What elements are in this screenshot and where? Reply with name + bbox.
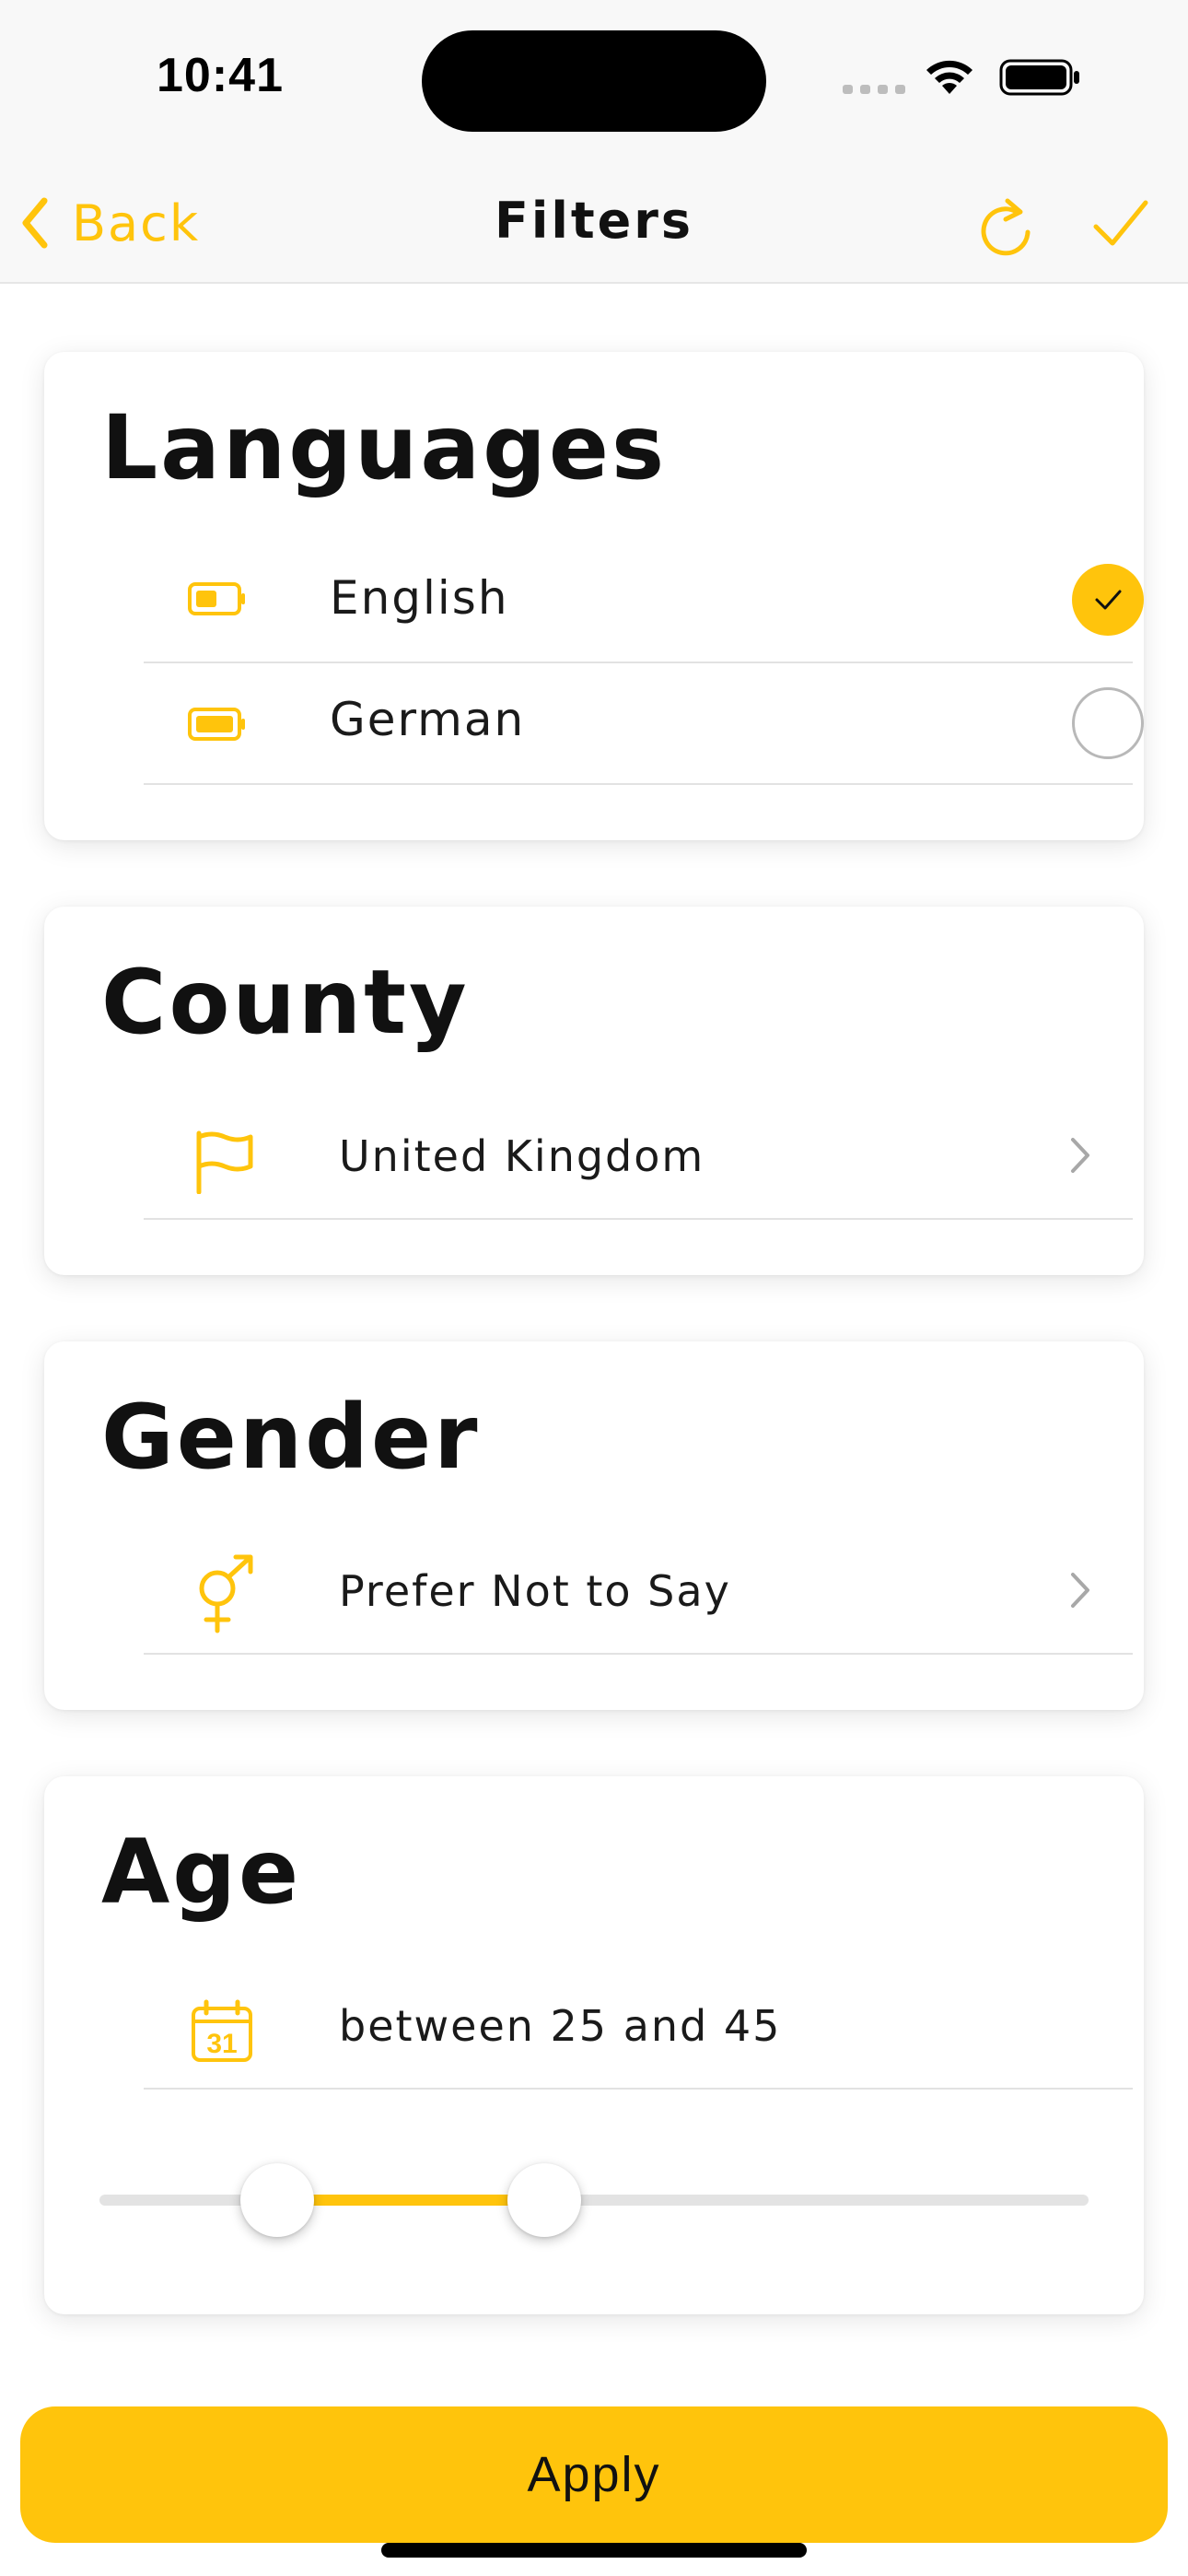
battery-full-icon <box>188 708 245 741</box>
gender-row[interactable]: Prefer Not to Say <box>144 1526 1133 1655</box>
age-card: Age 31 between 25 and 45 <box>44 1776 1144 2314</box>
county-title: County <box>101 951 470 1054</box>
language-row-english[interactable]: English <box>144 536 1144 663</box>
gender-card: Gender Prefer Not to Say <box>44 1341 1144 1710</box>
language-label: English <box>330 571 509 625</box>
apply-label: Apply <box>527 2447 661 2502</box>
dynamic-island <box>422 30 766 132</box>
county-row[interactable]: United Kingdom <box>144 1091 1133 1220</box>
home-indicator <box>381 2543 807 2558</box>
age-max-thumb[interactable] <box>507 2163 582 2237</box>
age-summary-row: 31 between 25 and 45 <box>144 1961 1133 2090</box>
chevron-right-icon <box>1071 1573 1089 1608</box>
language-label: German <box>330 693 526 746</box>
checkmark-icon <box>1095 590 1122 610</box>
flag-icon <box>196 1130 253 1194</box>
apply-button[interactable]: Apply <box>20 2406 1168 2543</box>
calendar-day: 31 <box>206 2029 237 2059</box>
battery-icon <box>999 59 1079 96</box>
refresh-icon[interactable] <box>978 192 1035 258</box>
wifi-icon <box>926 60 973 94</box>
chevron-right-icon <box>1071 1138 1089 1173</box>
battery-half-icon <box>188 582 245 615</box>
languages-title: Languages <box>101 396 668 499</box>
age-range-fill <box>277 2195 545 2206</box>
checkmark-icon[interactable] <box>1092 195 1149 251</box>
age-title: Age <box>101 1821 302 1924</box>
county-value: United Kingdom <box>339 1131 705 1181</box>
age-min-thumb[interactable] <box>240 2163 315 2237</box>
selected-check-indicator[interactable] <box>1072 564 1144 636</box>
gender-icon <box>199 1554 253 1633</box>
unselected-check-indicator[interactable] <box>1072 687 1144 759</box>
language-row-german[interactable]: German <box>144 663 1144 785</box>
languages-card: Languages English German <box>44 352 1144 840</box>
age-summary: between 25 and 45 <box>339 2001 782 2051</box>
cellular-signal-icon <box>843 85 905 94</box>
top-bar: 10:41 Back Filters <box>0 0 1188 284</box>
county-card: County United Kingdom <box>44 907 1144 1275</box>
status-time: 10:41 <box>157 49 284 102</box>
gender-value: Prefer Not to Say <box>339 1566 731 1616</box>
gender-title: Gender <box>101 1386 481 1489</box>
calendar-icon: 31 <box>192 1999 252 2062</box>
